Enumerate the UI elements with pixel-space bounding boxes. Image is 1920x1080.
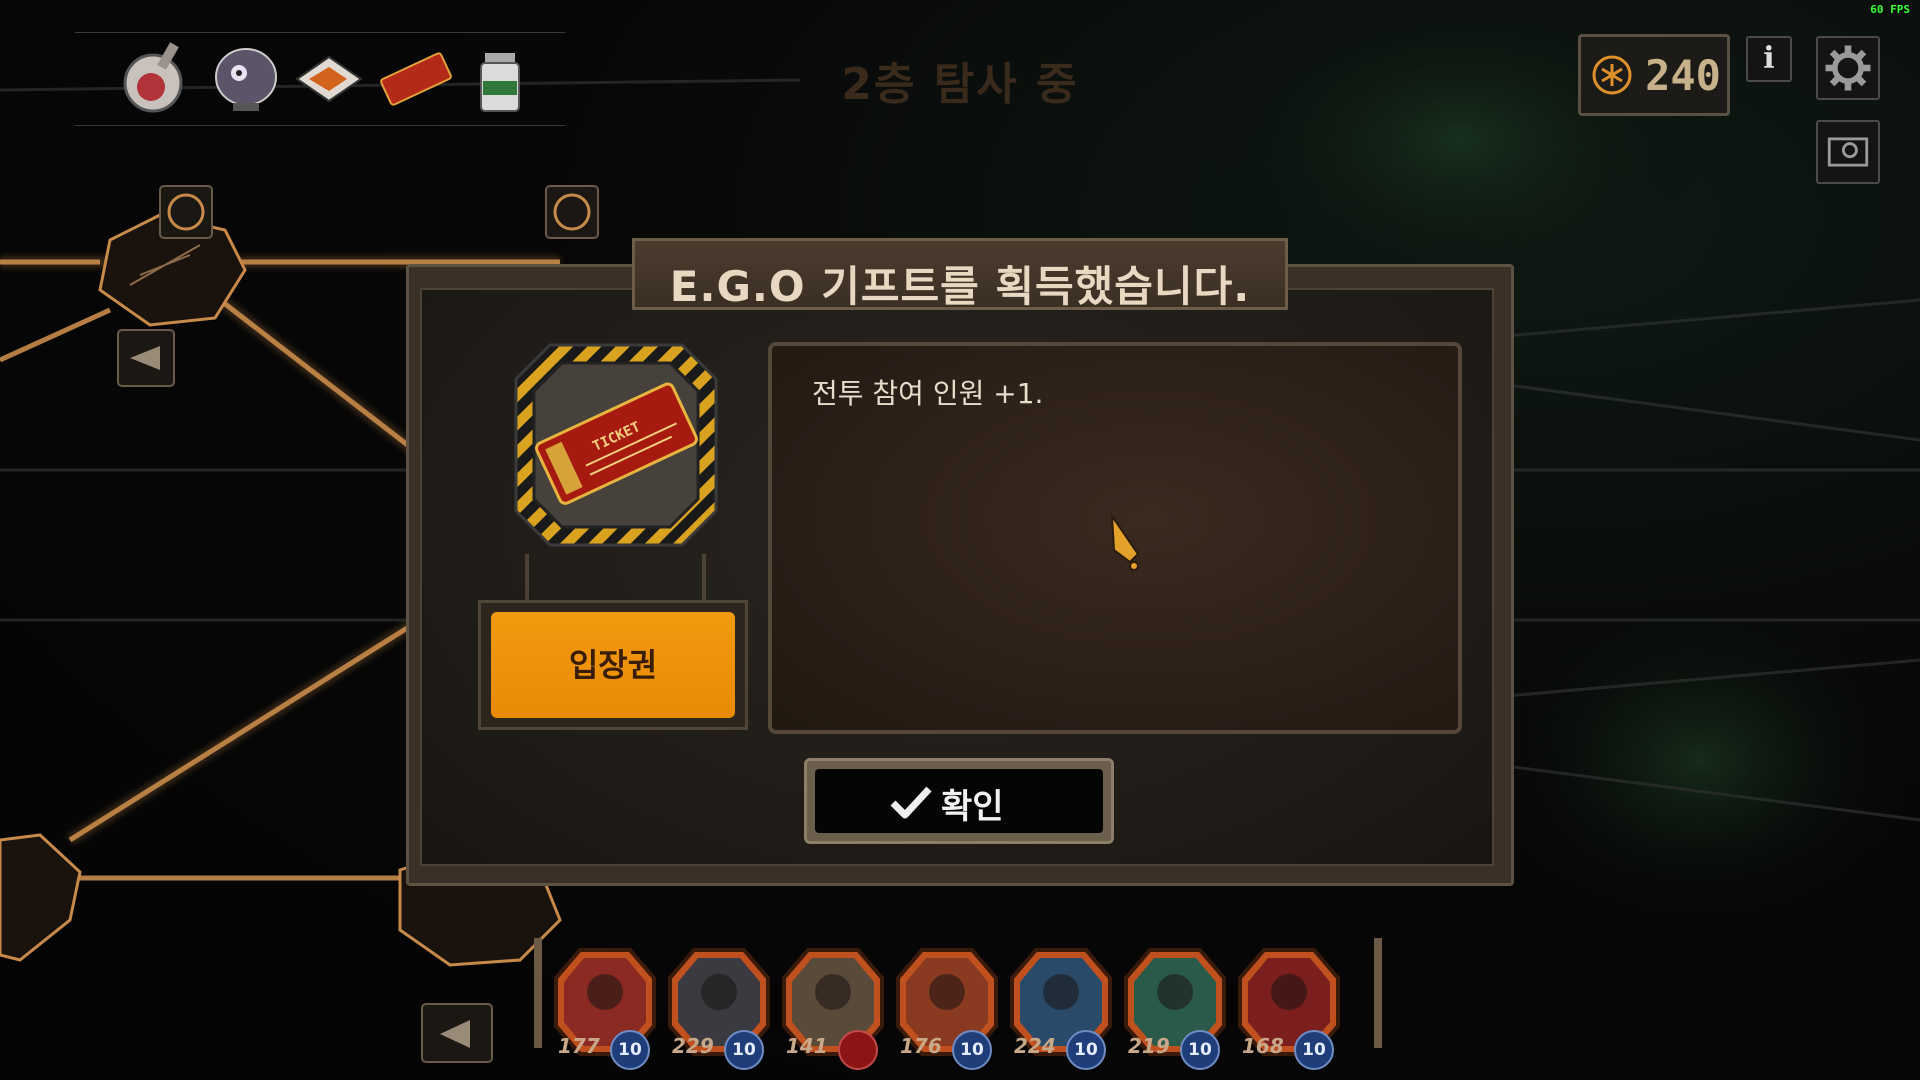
gift-name: 입장권	[568, 646, 658, 684]
member-hp: 229	[672, 1034, 714, 1058]
party-member[interactable]: 176 10	[892, 942, 1002, 1070]
party-member[interactable]: 168 10	[1234, 942, 1344, 1070]
party-bar: 177 10 229 10 141 176 10 224 10 219 10 168 10	[530, 930, 1390, 1080]
member-level-badge	[838, 1030, 878, 1070]
member-hp: 176	[900, 1034, 942, 1058]
confirm-button-face[interactable]: 확인	[815, 769, 1103, 833]
party-member[interactable]: 141	[778, 942, 888, 1070]
dialog-title-plate: E.G.O 기프트를 획득했습니다.	[632, 238, 1288, 311]
info-button[interactable]: i	[1746, 36, 1792, 82]
check-icon	[890, 786, 932, 819]
settings-button[interactable]	[1816, 36, 1880, 100]
member-hp: 177	[558, 1034, 600, 1058]
pill-bottle-gift-icon[interactable]	[461, 39, 539, 117]
member-hp: 141	[786, 1034, 828, 1058]
party-member[interactable]: 224 10	[1006, 942, 1116, 1070]
member-hp: 219	[1128, 1034, 1170, 1058]
cost-star-icon	[1592, 55, 1632, 95]
ticket-gift-icon: TICKET	[514, 343, 718, 547]
pen-nib-cursor-icon	[1110, 514, 1140, 571]
gift-collection-button[interactable]	[1816, 120, 1880, 184]
party-member[interactable]: 177 10	[550, 942, 660, 1070]
gift-description: 전투 참여 인원 +1.	[812, 377, 1044, 410]
info-icon: i	[1763, 41, 1775, 76]
fps-counter: 60 FPS	[1870, 3, 1910, 16]
member-level-badge: 10	[1066, 1030, 1106, 1070]
gift-acquired-dialog: E.G.O 기프트를 획득했습니다. TICKET 입장권 전투 참여 인원 +…	[406, 238, 1514, 886]
apple-flask-gift-icon[interactable]	[115, 39, 193, 117]
member-level-badge: 10	[1294, 1030, 1334, 1070]
eye-orb-gift-icon[interactable]	[207, 39, 285, 117]
confirm-button[interactable]: 확인	[804, 758, 1114, 844]
member-level-badge: 10	[610, 1030, 650, 1070]
party-member[interactable]: 219 10	[1120, 942, 1230, 1070]
floor-status: 2층 탐사 중	[841, 59, 1079, 110]
member-level-badge: 10	[952, 1030, 992, 1070]
gear-icon	[1825, 45, 1871, 91]
ticket-gift-icon[interactable]	[377, 39, 455, 117]
currency-counter: 240	[1578, 34, 1730, 116]
gift-name-plate: 입장권	[478, 600, 748, 730]
gift-name-label: 입장권	[491, 612, 735, 718]
currency-value: 240	[1645, 51, 1721, 100]
member-level-badge: 10	[724, 1030, 764, 1070]
confirm-label: 확인	[941, 787, 1004, 827]
party-member[interactable]: 229 10	[664, 942, 774, 1070]
ego-gift-bar	[75, 32, 565, 126]
chain	[525, 554, 529, 600]
dialog-title: E.G.O 기프트를 획득했습니다.	[669, 262, 1251, 311]
cigarette-pack-gift-icon[interactable]	[289, 39, 367, 117]
book-search-icon	[1827, 137, 1869, 167]
member-level-badge: 10	[1180, 1030, 1220, 1070]
member-hp: 168	[1242, 1034, 1284, 1058]
member-hp: 224	[1014, 1034, 1056, 1058]
chain	[702, 554, 706, 600]
